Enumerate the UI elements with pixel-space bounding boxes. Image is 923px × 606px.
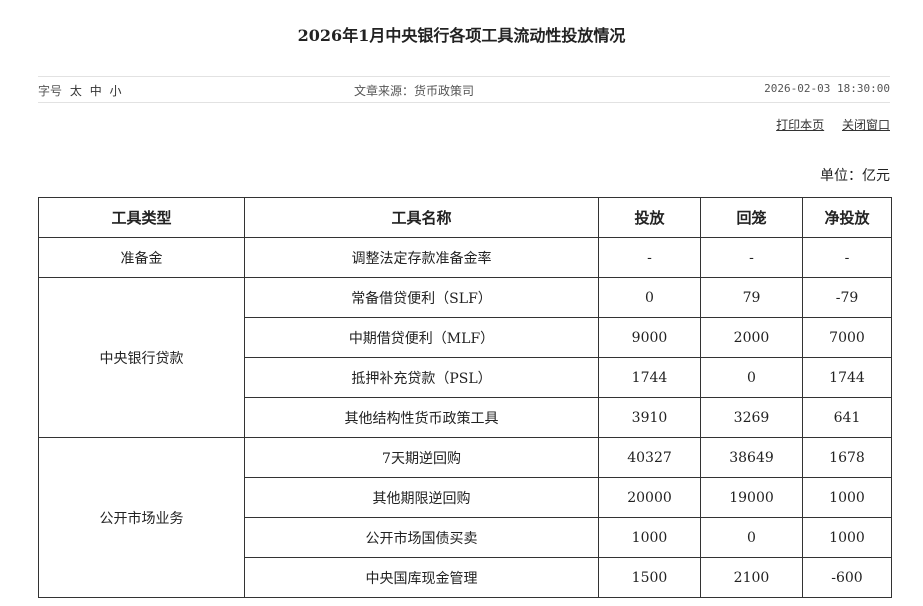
tool-name-cell: 调整法定存款准备金率: [244, 237, 599, 278]
tool-name-cell: 公开市场国债买卖: [244, 517, 599, 558]
tool-name-cell: 常备借贷便利（SLF）: [244, 277, 599, 318]
tool-type-cell: 公开市场业务: [38, 437, 245, 598]
page-actions: 打印本页 关闭窗口: [762, 116, 890, 133]
release-cell: 9000: [598, 317, 701, 358]
font-size-small-link[interactable]: 小: [110, 84, 122, 98]
net-cell: -: [802, 237, 892, 278]
net-cell: 7000: [802, 317, 892, 358]
withdraw-cell: 2000: [700, 317, 803, 358]
tool-name-cell: 其他结构性货币政策工具: [244, 397, 599, 438]
tool-type-cell: 中央银行贷款: [38, 277, 245, 438]
net-cell: 1744: [802, 357, 892, 398]
close-window-link[interactable]: 关闭窗口: [842, 118, 890, 132]
release-cell: 40327: [598, 437, 701, 478]
tool-name-cell: 其他期限逆回购: [244, 477, 599, 518]
net-cell: -79: [802, 277, 892, 318]
table-header-row: 工具类型 工具名称 投放 回笼 净投放: [38, 197, 892, 238]
withdraw-cell: 0: [700, 357, 803, 398]
withdraw-cell: 19000: [700, 477, 803, 518]
release-cell: 1500: [598, 557, 701, 598]
table-row: 准备金 调整法定存款准备金率 - - -: [38, 237, 892, 278]
net-cell: 1000: [802, 477, 892, 518]
tool-name-cell: 中央国库现金管理: [244, 557, 599, 598]
withdraw-cell: 79: [700, 277, 803, 318]
tool-name-cell: 抵押补充贷款（PSL）: [244, 357, 599, 398]
publish-datetime: 2026-02-03 18:30:00: [764, 82, 890, 95]
header-net: 净投放: [802, 197, 892, 238]
tool-type-cell: 准备金: [38, 237, 245, 278]
article-meta-bar: 字号 太 中 小 文章来源：货币政策司 2026-02-03 18:30:00: [38, 76, 890, 103]
release-cell: 1000: [598, 517, 701, 558]
header-release: 投放: [598, 197, 701, 238]
release-cell: 3910: [598, 397, 701, 438]
print-page-link[interactable]: 打印本页: [776, 118, 824, 132]
font-size-medium-link[interactable]: 中: [90, 84, 102, 98]
font-size-label: 字号: [38, 84, 63, 98]
release-cell: 1744: [598, 357, 701, 398]
net-cell: -600: [802, 557, 892, 598]
liquidity-table: 工具类型 工具名称 投放 回笼 净投放 准备金 调整法定存款准备金率 - - -…: [38, 197, 892, 598]
release-cell: 0: [598, 277, 701, 318]
release-cell: 20000: [598, 477, 701, 518]
withdraw-cell: 0: [700, 517, 803, 558]
net-cell: 641: [802, 397, 892, 438]
withdraw-cell: 2100: [700, 557, 803, 598]
header-tool-name: 工具名称: [244, 197, 599, 238]
table-row: 中央银行贷款 常备借贷便利（SLF） 0 79 -79: [38, 277, 892, 438]
page-title: 2026年1月中央银行各项工具流动性投放情况: [297, 26, 626, 45]
withdraw-cell: 3269: [700, 397, 803, 438]
withdraw-cell: -: [700, 237, 803, 278]
table-row: 公开市场业务 7天期逆回购 40327 38649 1678: [38, 437, 892, 598]
net-cell: 1000: [802, 517, 892, 558]
article-source: 文章来源：货币政策司: [354, 84, 475, 98]
font-size-large-link[interactable]: 太: [70, 84, 82, 98]
header-withdraw: 回笼: [700, 197, 803, 238]
tool-name-cell: 中期借贷便利（MLF）: [244, 317, 599, 358]
tool-name-cell: 7天期逆回购: [244, 437, 599, 478]
header-tool-type: 工具类型: [38, 197, 245, 238]
net-cell: 1678: [802, 437, 892, 478]
unit-label: 单位：亿元: [820, 168, 890, 184]
font-size-control: 字号 太 中 小: [38, 82, 122, 99]
release-cell: -: [598, 237, 701, 278]
withdraw-cell: 38649: [700, 437, 803, 478]
